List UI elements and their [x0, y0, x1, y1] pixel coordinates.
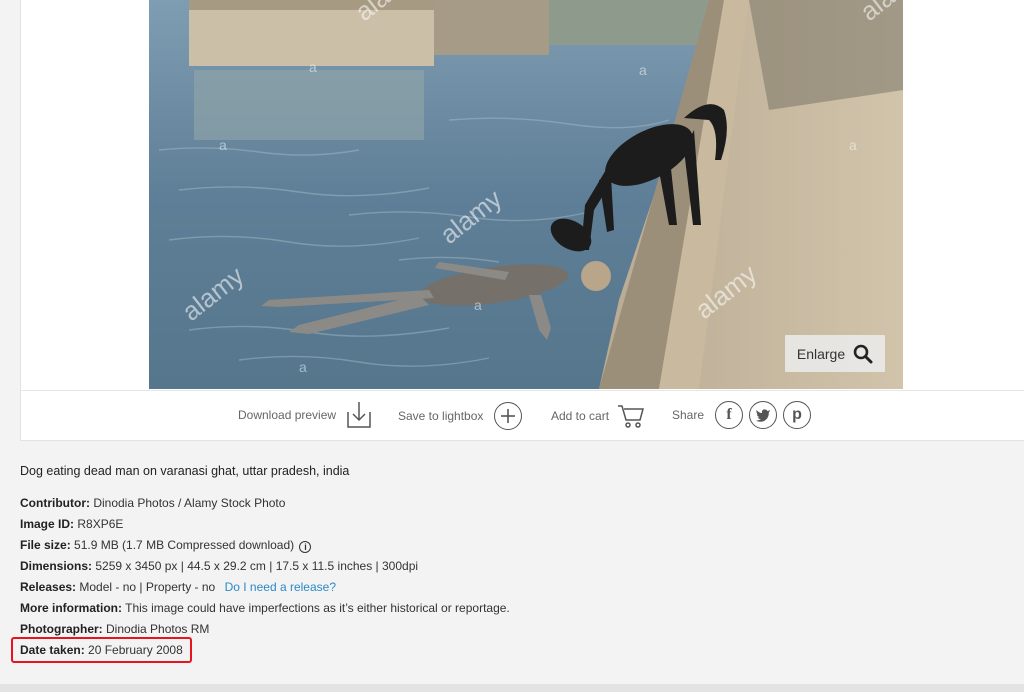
pinterest-icon[interactable]: p — [783, 401, 812, 429]
more-information-row: More information: This image could have … — [20, 598, 820, 619]
download-preview-label: Download preview — [238, 408, 337, 422]
image-action-bar: Download preview Save to lightbox Add to… — [21, 390, 1024, 441]
dimensions-value: 5259 x 3450 px | 44.5 x 29.2 cm | 17.5 x… — [95, 559, 419, 573]
image-details: Dog eating dead man on varanasi ghat, ut… — [20, 460, 820, 661]
contributor-label: Contributor: — [20, 496, 90, 510]
photographer-value: Dinodia Photos RM — [106, 622, 210, 636]
enlarge-button[interactable]: Enlarge — [785, 335, 885, 372]
releases-value: Model - no | Property - no — [79, 580, 216, 594]
save-to-lightbox-label: Save to lightbox — [398, 409, 484, 423]
photographer-row: Photographer: Dinodia Photos RM — [20, 619, 820, 640]
page-footer-band — [0, 684, 1024, 692]
file-size-value: 51.9 MB (1.7 MB Compressed download) — [74, 538, 295, 552]
dimensions-row: Dimensions: 5259 x 3450 px | 44.5 x 29.2… — [20, 556, 820, 577]
contributor-row: Contributor: Dinodia Photos / Alamy Stoc… — [20, 493, 820, 514]
info-icon[interactable]: i — [299, 541, 312, 553]
share-group: Share f p — [672, 401, 812, 429]
file-size-label: File size: — [20, 538, 71, 552]
share-label: Share — [672, 408, 705, 422]
download-preview-button[interactable]: Download preview — [238, 400, 372, 430]
file-size-row: File size: 51.9 MB (1.7 MB Compressed do… — [20, 535, 820, 556]
cart-icon — [618, 405, 645, 428]
more-information-value: This image could have imperfections as i… — [125, 601, 510, 615]
date-taken-value: 20 February 2008 — [88, 643, 183, 657]
image-detail-page: alamy alamy alamy alamy alamy a a a a a … — [0, 0, 1024, 692]
plus-icon — [494, 402, 523, 430]
image-id-value: R8XP6E — [77, 517, 124, 531]
twitter-icon[interactable] — [749, 401, 778, 429]
svg-text:a: a — [639, 62, 647, 78]
releases-label: Releases: — [20, 580, 77, 594]
stock-photo[interactable]: alamy alamy alamy alamy alamy a a a a a … — [149, 0, 903, 389]
releases-row: Releases: Model - no | Property - no Do … — [20, 577, 820, 598]
svg-text:a: a — [849, 137, 857, 153]
release-help-link[interactable]: Do I need a release? — [225, 580, 336, 594]
photographer-label: Photographer: — [20, 622, 103, 636]
photo-illustration: alamy alamy alamy alamy alamy a a a a a … — [149, 0, 903, 389]
save-to-lightbox-button[interactable]: Save to lightbox — [398, 402, 523, 430]
date-taken-label: Date taken: — [20, 643, 85, 657]
svg-text:a: a — [219, 137, 227, 153]
image-card: alamy alamy alamy alamy alamy a a a a a … — [20, 0, 1024, 441]
enlarge-label: Enlarge — [796, 345, 846, 362]
date-taken-row: Date taken: 20 February 2008 — [20, 640, 820, 661]
add-to-cart-label: Add to cart — [551, 409, 610, 423]
facebook-icon[interactable]: f — [715, 401, 744, 429]
image-id-label: Image ID: — [20, 517, 75, 531]
contributor-value: Dinodia Photos / Alamy Stock Photo — [93, 496, 286, 510]
dimensions-label: Dimensions: — [20, 559, 93, 573]
image-id-row: Image ID: R8XP6E — [20, 514, 820, 535]
download-icon — [347, 402, 371, 428]
more-information-label: More information: — [20, 601, 122, 615]
svg-text:a: a — [474, 297, 482, 313]
image-caption: Dog eating dead man on varanasi ghat, ut… — [20, 464, 350, 478]
search-icon — [853, 344, 873, 363]
add-to-cart-button[interactable]: Add to cart — [551, 402, 645, 430]
svg-text:a: a — [299, 359, 307, 375]
svg-text:a: a — [309, 59, 317, 75]
